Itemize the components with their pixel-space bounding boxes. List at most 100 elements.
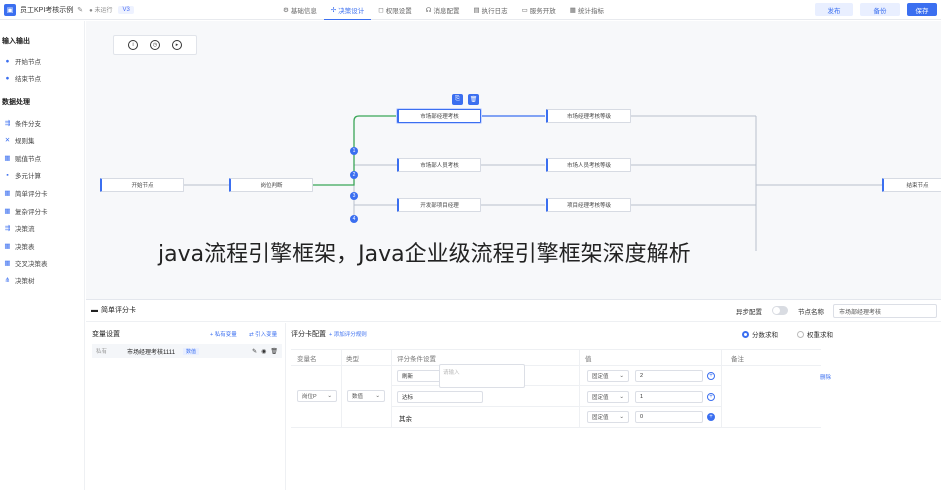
add-row-icon[interactable]: +: [707, 413, 715, 421]
palette-item-start[interactable]: ● 开始节点: [4, 56, 41, 67]
import-variable-link[interactable]: ⇄ 引入变量: [249, 330, 277, 338]
add-row-icon[interactable]: +: [707, 393, 715, 401]
monitor-icon: ▭: [521, 7, 528, 14]
header-remark: 备注: [731, 356, 744, 363]
node-position-check[interactable]: 岗位判断: [229, 178, 313, 192]
publish-button[interactable]: 发布: [815, 3, 853, 16]
tab-service-open[interactable]: ▭ 服务开放: [515, 0, 563, 20]
branch-icon: ⇶: [4, 225, 11, 232]
save-button[interactable]: 保存: [907, 3, 937, 16]
delete-rule-link[interactable]: 删除: [820, 373, 831, 381]
node-market-manager-grade[interactable]: 市场经理考核等级: [546, 109, 631, 123]
async-toggle[interactable]: [772, 306, 788, 315]
node-market-manager[interactable]: 市场部经理考核: [397, 109, 481, 123]
value-input[interactable]: 0: [635, 411, 703, 423]
top-bar: ▣ 员工KPI考核示例 ✎ ● 未运行 V3 ⚙ 基础信息 ✢ 决策设计 ◻ 权限设置…: [0, 0, 941, 20]
add-row-icon[interactable]: +: [707, 372, 715, 380]
table-divider: [291, 349, 821, 350]
variable-name: 市场经理考核1111: [127, 349, 176, 356]
remark-textarea[interactable]: 请输入: [439, 364, 525, 388]
flow-icon: ✢: [330, 6, 337, 14]
value-type-select[interactable]: 固定值 ⌄: [587, 370, 629, 382]
node-start[interactable]: 开始节点: [100, 178, 184, 192]
palette-item-assign[interactable]: ▦ 赋值节点: [4, 153, 41, 163]
palette-item-condition[interactable]: ⇶ 条件分支: [4, 118, 41, 128]
tab-exec-log[interactable]: ▤ 执行日志: [466, 0, 514, 20]
trash-icon[interactable]: 🗑: [468, 94, 479, 105]
variable-select[interactable]: 岗位P ⌄: [297, 390, 337, 402]
table-divider: [721, 349, 722, 427]
mode-weight-radio[interactable]: 权重求和: [797, 329, 833, 339]
trash-icon[interactable]: 🗑: [270, 348, 278, 355]
value-input[interactable]: 2: [635, 370, 703, 382]
table-divider: [391, 349, 392, 427]
table-divider: [391, 406, 721, 407]
lock-icon: ◻: [378, 7, 384, 14]
radio-icon: [797, 330, 804, 338]
value-input[interactable]: 1: [635, 391, 703, 403]
eye-icon[interactable]: ◉: [261, 348, 266, 355]
group-title-io: 输入输出: [2, 38, 30, 45]
variable-row[interactable]: 私有 市场经理考核1111 数值 ✎ ◉ 🗑: [92, 344, 282, 358]
value-type-select[interactable]: 固定值 ⌄: [587, 411, 629, 423]
palette-item-multi-calc[interactable]: ▪ 多元计算: [4, 170, 41, 181]
gear-icon: ⚙: [283, 7, 289, 14]
condition-input[interactable]: 达标: [397, 391, 483, 403]
header-value: 值: [585, 356, 592, 363]
type-select[interactable]: 数值 ⌄: [347, 390, 385, 402]
version-badge: V3: [118, 5, 134, 14]
table-divider: [579, 349, 580, 427]
branch-number: 4: [350, 215, 358, 223]
palette-item-decision-flow[interactable]: ⇶ 决策流: [4, 223, 35, 233]
overlay-caption: java流程引擎框架，Java企业级流程引擎框架深度解析: [158, 242, 691, 267]
backup-button[interactable]: 备份: [860, 3, 900, 16]
group-title-processing: 数据处理: [2, 99, 30, 106]
node-config-panel: ▬ 简单评分卡 异步配置 节点名称 市场部经理考核 变量设置 + 私有变量 ⇄ 引…: [86, 299, 941, 490]
tab-basic-info[interactable]: ⚙ 基础信息: [276, 0, 324, 20]
grid-icon: ▦: [4, 155, 11, 162]
panel-tab-simple-scorecard[interactable]: ▬ 简单评分卡: [91, 305, 136, 315]
palette-item-cross-table[interactable]: ▦ 交叉决策表: [4, 258, 47, 268]
grid-icon: ▦: [4, 190, 11, 197]
palette-item-ruleset[interactable]: ✕ 规则集: [4, 135, 35, 145]
tab-permissions[interactable]: ◻ 权限设置: [371, 0, 418, 20]
grid-icon: ▦: [4, 260, 11, 267]
palette-item-simple-scorecard[interactable]: ▦ 简单评分卡: [4, 188, 47, 198]
table-divider: [291, 427, 821, 428]
cross-icon: ✕: [4, 137, 11, 144]
palette-item-complex-scorecard[interactable]: ▦ 复杂评分卡: [4, 206, 47, 216]
header-type: 类型: [346, 356, 359, 363]
copy-icon[interactable]: ⎘: [452, 94, 463, 105]
add-score-rule-link[interactable]: + 添加评分规则: [329, 330, 367, 338]
variable-scope: 私有: [96, 349, 108, 355]
palette-item-end[interactable]: ● 结束节点: [4, 73, 41, 84]
chevron-down-icon: ⌄: [619, 394, 624, 400]
headset-icon: ☊: [425, 7, 432, 14]
async-label: 异步配置: [736, 309, 762, 316]
branch-number: 2: [350, 171, 358, 179]
radio-selected-icon: [742, 330, 749, 338]
chevron-down-icon: ⌄: [375, 393, 380, 399]
mode-sum-radio[interactable]: 分数求和: [742, 329, 778, 339]
edit-icon[interactable]: ✎: [77, 6, 83, 14]
header-variable: 变量名: [297, 356, 317, 363]
palette-item-decision-tree[interactable]: ⋔ 决策树: [4, 275, 35, 285]
chevron-down-icon: ⌄: [619, 373, 624, 379]
node-end[interactable]: 结束节点: [882, 178, 941, 192]
node-market-staff-grade[interactable]: 市场人员考核等级: [546, 158, 631, 172]
node-palette-sidebar: 输入输出 ● 开始节点 ● 结束节点 数据处理 ⇶ 条件分支 ✕ 规则集 ▦ 赋值节点 ▪…: [0, 21, 85, 490]
palette-item-decision-table[interactable]: ▦ 决策表: [4, 241, 34, 251]
chart-icon: ▦: [569, 7, 576, 14]
node-dev-pm-grade[interactable]: 项目经理考核等级: [546, 198, 631, 212]
node-market-staff[interactable]: 市场部人员考核: [397, 158, 481, 172]
add-private-variable-link[interactable]: + 私有变量: [210, 330, 237, 338]
node-name-input[interactable]: 市场部经理考核: [833, 304, 937, 318]
node-dev-pm[interactable]: 开发部项目经理: [397, 198, 481, 212]
tab-messages[interactable]: ☊ 消息配置: [419, 0, 467, 20]
value-type-select[interactable]: 固定值 ⌄: [587, 391, 629, 403]
branch-number: 3: [350, 192, 358, 200]
tab-stats[interactable]: ▦ 统计指标: [563, 0, 611, 20]
edit-icon[interactable]: ✎: [252, 348, 257, 355]
tab-decision-design[interactable]: ✢ 决策设计: [323, 0, 372, 20]
variable-settings: 变量设置 + 私有变量 ⇄ 引入变量 私有 市场经理考核1111 数值 ✎ ◉ …: [86, 323, 286, 490]
